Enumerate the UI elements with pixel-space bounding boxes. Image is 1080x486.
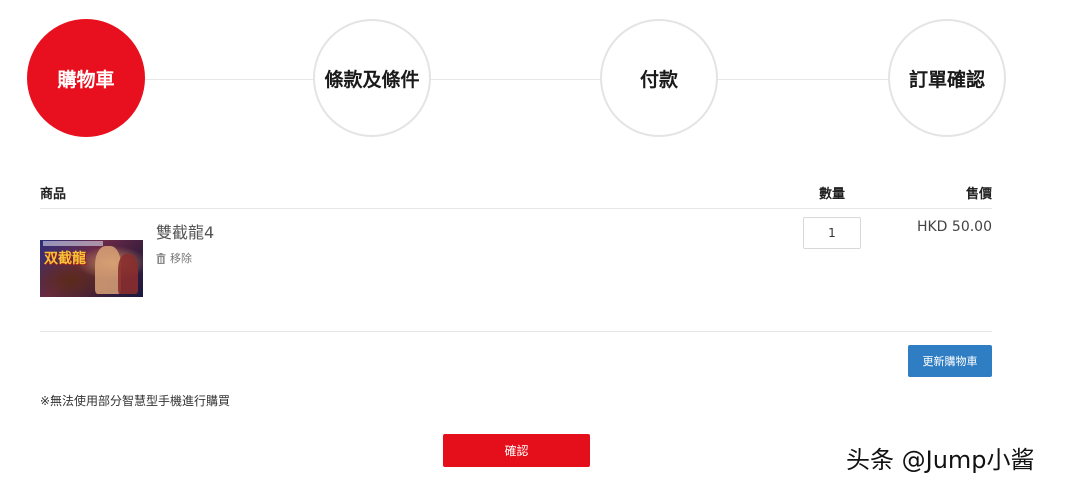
item-price: HKD 50.00 bbox=[916, 219, 992, 235]
column-header-price: 售價 bbox=[965, 187, 992, 202]
trash-icon bbox=[156, 252, 166, 264]
product-thumbnail[interactable]: 双截龍 bbox=[40, 240, 143, 297]
column-header-quantity: 數量 bbox=[819, 187, 846, 202]
step-order-confirmation-label: 訂單確認 bbox=[908, 68, 985, 91]
step-terms: 條款及條件 bbox=[313, 19, 431, 137]
checkout-page: 購物車 條款及條件 付款 訂單確認 商品 數量 售價 双截龍 雙截龍4 移除 H… bbox=[0, 0, 1080, 486]
column-header-product: 商品 bbox=[40, 187, 67, 202]
step-payment-label: 付款 bbox=[639, 68, 678, 91]
step-order-confirmation: 訂單確認 bbox=[888, 19, 1006, 137]
cart-footer-divider bbox=[40, 331, 992, 332]
step-terms-label: 條款及條件 bbox=[324, 68, 420, 91]
watermark-text: 头条 @Jump小酱 bbox=[846, 446, 1035, 474]
quantity-input[interactable] bbox=[803, 217, 861, 249]
header-divider bbox=[40, 208, 992, 209]
step-cart-label: 購物車 bbox=[57, 68, 115, 91]
product-name-link[interactable]: 雙截龍4 bbox=[156, 219, 214, 243]
smartphone-notice: ※無法使用部分智慧型手機進行購買 bbox=[40, 394, 231, 408]
step-cart: 購物車 bbox=[27, 19, 145, 137]
thumbnail-logo: 双截龍 bbox=[44, 251, 86, 267]
update-cart-button[interactable]: 更新購物車 bbox=[908, 345, 992, 377]
confirm-button[interactable]: 確認 bbox=[443, 434, 590, 467]
remove-item-label: 移除 bbox=[170, 252, 192, 265]
remove-item-link[interactable]: 移除 bbox=[156, 250, 192, 266]
stepper-connector-line bbox=[86, 79, 946, 80]
thumbnail-figure bbox=[118, 254, 138, 294]
step-payment: 付款 bbox=[600, 19, 718, 137]
